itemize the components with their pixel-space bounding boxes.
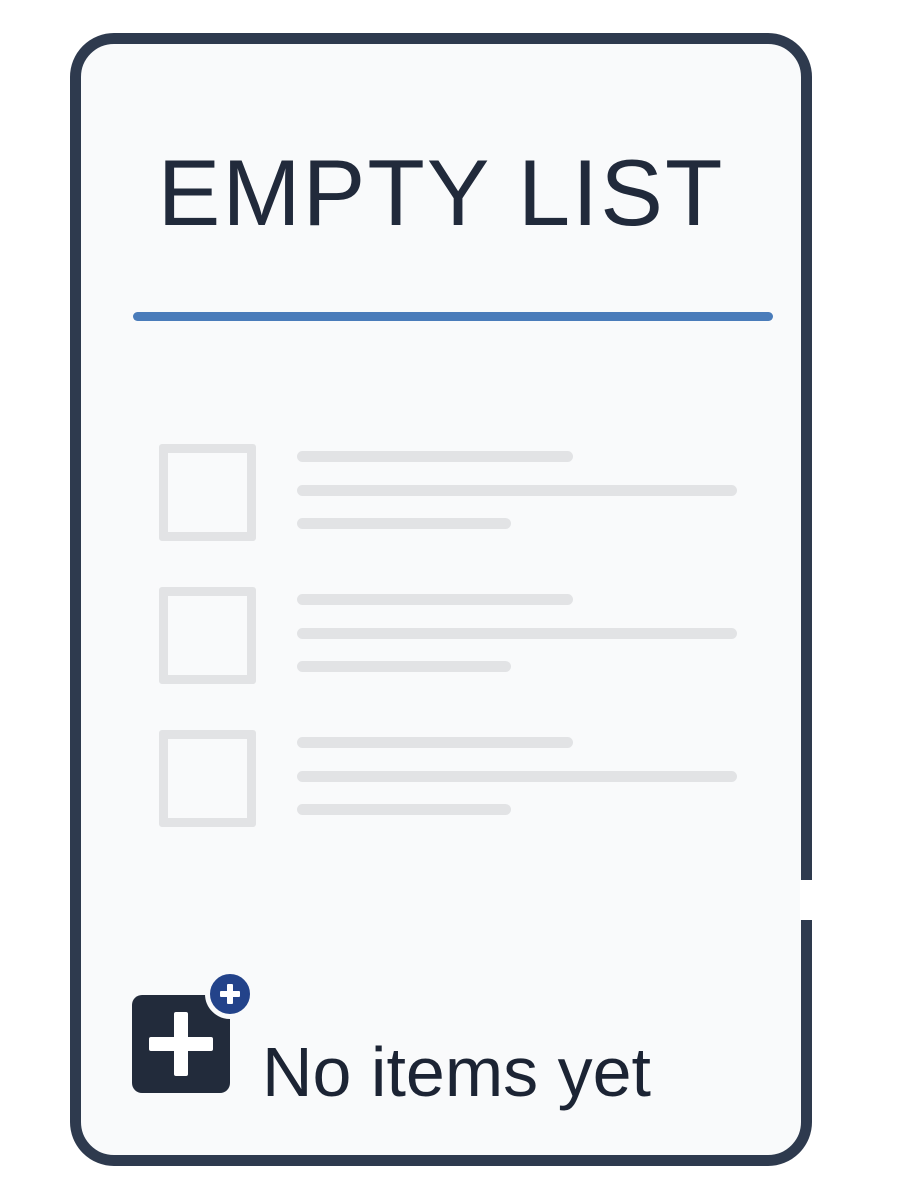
text-placeholder-line xyxy=(297,518,511,529)
checkbox-placeholder-icon xyxy=(159,587,256,684)
text-placeholder-line xyxy=(297,804,511,815)
text-placeholder-line xyxy=(297,485,737,496)
text-placeholder-line xyxy=(297,628,737,639)
border-gap xyxy=(800,880,820,920)
text-placeholder-line xyxy=(297,771,737,782)
text-placeholder-line xyxy=(297,451,573,462)
text-placeholder-line xyxy=(297,737,573,748)
list-item-placeholder xyxy=(159,444,759,544)
empty-state: No items yet xyxy=(132,967,752,1107)
list-item-placeholder xyxy=(159,730,759,830)
title-divider xyxy=(133,312,773,321)
checkbox-placeholder-icon xyxy=(159,730,256,827)
text-placeholder-line xyxy=(297,594,573,605)
checkbox-placeholder-icon xyxy=(159,444,256,541)
empty-state-message: No items yet xyxy=(262,1033,651,1111)
page-title: EMPTY LIST xyxy=(157,140,725,245)
text-placeholder-line xyxy=(297,661,511,672)
list-item-placeholder xyxy=(159,587,759,687)
empty-list-card: EMPTY LIST No items yet xyxy=(70,33,812,1166)
plus-badge-icon xyxy=(205,969,255,1019)
